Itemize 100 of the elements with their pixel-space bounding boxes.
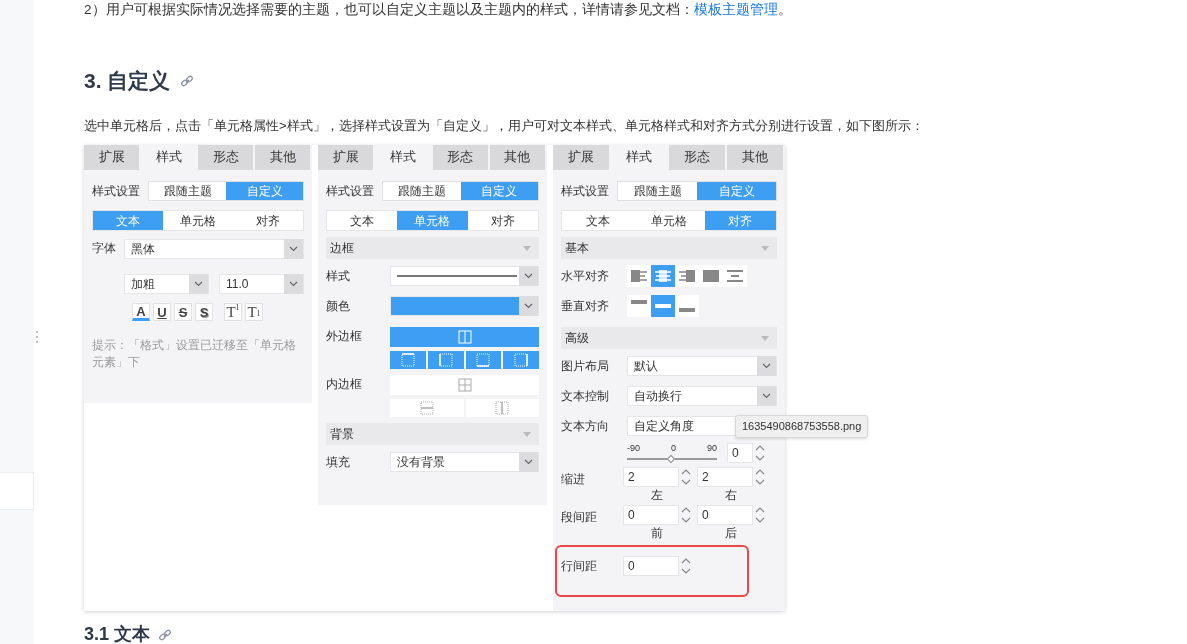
collapse-arrow-icon [761,245,769,251]
format-button[interactable]: U [153,303,171,321]
slider-tick-label: 90 [706,442,717,453]
align-icon [727,270,743,282]
border-toggle-button[interactable] [465,399,539,417]
number-field[interactable]: 0 [623,556,679,576]
format-button[interactable]: S [174,303,192,321]
field-label: 样式设置 [561,183,610,200]
dropdown-field[interactable]: 加粗 [124,274,209,294]
number-field[interactable]: 2 [697,467,753,487]
align-icon [655,270,671,282]
field-label: 字体 [92,240,117,257]
dropdown-field[interactable]: 默认 [627,356,777,376]
docs-link[interactable]: 模板主题管理 [693,2,778,17]
spinner-arrows-icon [681,557,691,575]
dropdown-field[interactable]: 没有背景 [390,452,539,472]
format-button[interactable]: T$^{1}$ [224,303,242,321]
format-button[interactable]: S [195,303,213,321]
panel-tab[interactable]: 扩展 [318,145,376,170]
field-caption: 前 [650,525,664,541]
panel-tab[interactable]: 扩展 [553,145,611,170]
border-grid-icon [457,378,472,392]
spinner-arrows-icon [755,444,765,462]
dropdown-field[interactable]: 自动换行 [627,386,777,406]
section-title: 基本 [565,240,589,257]
chevron-down-icon [289,246,298,252]
chevron-down-icon [762,393,771,399]
panel-tab[interactable]: 形态 [432,145,490,170]
filename-tooltip: 1635490868753558.png [735,415,869,438]
number-field[interactable]: 0 [727,443,753,463]
field-label: 图片布局 [561,358,610,375]
panel-tab[interactable]: 其他 [727,145,785,170]
border-toggle-button[interactable] [390,375,539,395]
field-label: 内边框 [326,376,363,393]
dropdown-field[interactable]: 黑体 [124,239,304,259]
spinner-arrows-icon [755,468,765,486]
dropdown-field[interactable]: 11.0 [219,274,304,294]
border-toggle-button[interactable] [503,351,539,369]
section-title: 背景 [330,426,354,443]
field-caption: 右 [724,487,738,503]
section-header[interactable]: 基本 [561,237,777,259]
section-header[interactable]: 高级 [561,327,777,349]
border-toggle-button[interactable] [390,399,464,417]
border-toggle-button[interactable] [390,327,539,347]
align-icon [655,304,671,308]
align-icon [631,270,647,282]
chevron-down-icon [762,363,771,369]
link-icon [158,627,172,641]
slider-tick-label: 0 [671,442,676,453]
border-toggle-button[interactable] [427,351,464,369]
section-title: 边框 [330,240,354,257]
intro-paragraph: 2）用户可根据实际情况选择需要的主题，也可以自定义主题以及主题内的样式，详情请参见文档：模板主题管理。 [84,1,793,19]
chevron-down-icon [194,281,203,287]
field-label: 颜色 [326,298,351,315]
format-button[interactable]: A [132,303,150,321]
field-label: 行间距 [561,558,598,575]
spinner-arrows-icon [681,506,691,524]
field-label: 样式设置 [92,183,141,200]
color-dropdown[interactable] [390,296,539,316]
border-edge-icon [400,353,415,367]
number-field[interactable]: 0 [697,505,753,525]
chevron-down-icon [289,281,298,287]
panel-tab[interactable]: 其他 [255,145,312,170]
border-toggle-button[interactable] [465,351,502,369]
border-grid-icon [457,330,472,344]
field-label: 文本方向 [561,418,610,435]
description-paragraph: 选中单元格后，点击「单元格属性>样式」，选择样式设置为「自定义」，用户可对文本样式、单元格样式和对齐方式分别进行设置，如下图所示： [84,117,925,135]
field-label: 水平对齐 [561,268,610,285]
number-field[interactable]: 2 [623,467,679,487]
collapse-arrow-icon [523,431,531,437]
panel-tab[interactable]: 形态 [198,145,255,170]
slider-tick-label: -90 [627,442,640,453]
spinner-arrows-icon [681,468,691,486]
section-header[interactable]: 背景 [326,423,539,445]
spinner-arrows-icon [755,506,765,524]
border-toggle-button[interactable] [390,351,426,369]
chevron-down-icon [524,303,533,309]
field-label: 样式 [326,268,351,285]
field-caption: 后 [724,525,738,541]
panel-tab[interactable]: 扩展 [84,145,141,170]
align-icon [703,270,719,282]
subsection-heading: 3.1 文本 [84,623,151,644]
drag-handle-icon[interactable] [35,330,39,344]
chevron-down-icon [524,273,533,279]
field-label: 样式设置 [326,183,375,200]
field-label: 段间距 [561,509,598,526]
panel-tab[interactable]: 其他 [489,145,547,170]
panel-tab[interactable]: 形态 [669,145,727,170]
align-option-button[interactable] [651,295,675,317]
align-option-button[interactable] [651,265,675,287]
field-label: 缩进 [561,471,586,488]
number-field[interactable]: 0 [623,505,679,525]
border-edge-icon [438,353,453,367]
section-header[interactable]: 边框 [326,237,539,259]
border-edge-icon [476,353,491,367]
collapse-arrow-icon [761,335,769,341]
field-caption: 左 [650,487,664,503]
align-icon [631,300,647,304]
line-style-dropdown[interactable] [390,266,539,286]
hint-text: 提示：「格式」设置已迁移至「单元格元素」下 [92,338,297,370]
